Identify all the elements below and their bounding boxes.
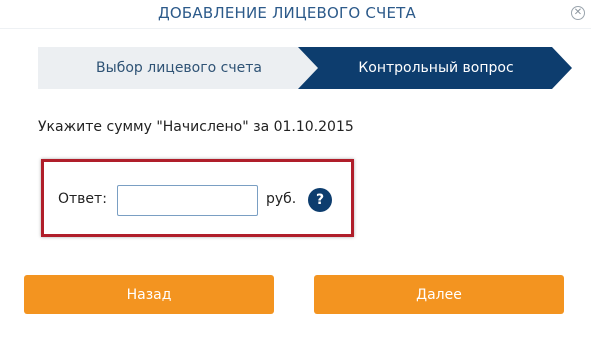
help-icon[interactable]: ? <box>308 188 332 212</box>
answer-label: Ответ: <box>58 191 107 207</box>
next-button[interactable]: Далее <box>314 275 564 314</box>
question-text: Укажите сумму "Начислено" за 01.10.2015 <box>38 119 354 135</box>
help-glyph: ? <box>315 192 325 208</box>
currency-label: руб. <box>266 191 297 207</box>
close-glyph: ✕ <box>573 7 583 18</box>
step-select-account: Выбор лицевого счета <box>96 60 262 76</box>
step-control-question: Контрольный вопрос <box>358 60 514 76</box>
answer-input[interactable] <box>117 185 258 216</box>
dialog-title: ДОБАВЛЕНИЕ ЛИЦЕВОГО СЧЕТА <box>158 4 416 22</box>
answer-highlight-box: Ответ: руб. ? <box>41 159 354 237</box>
back-button[interactable]: Назад <box>24 275 274 314</box>
step-progress: Выбор лицевого счета Контрольный вопрос <box>38 47 572 89</box>
close-icon[interactable]: ✕ <box>571 6 585 20</box>
header-divider <box>0 28 591 29</box>
